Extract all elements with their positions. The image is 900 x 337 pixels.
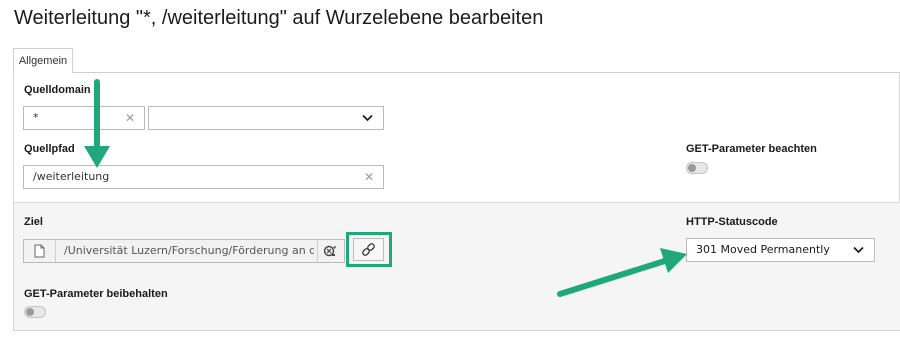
keep-get-params-toggle[interactable] <box>24 306 46 318</box>
tab-allgemein[interactable]: Allgemein <box>13 48 73 73</box>
chevron-down-icon <box>362 114 373 122</box>
source-domain-value: * <box>33 111 39 124</box>
http-status-label: HTTP-Statuscode <box>686 216 778 228</box>
source-path-value: /weiterleitung <box>33 170 110 183</box>
respect-get-params-label: GET-Parameter beachten <box>686 143 817 155</box>
http-status-value: 301 Moved Permanently <box>696 243 830 256</box>
link-button-highlight <box>346 232 392 267</box>
page-title: Weiterleitung "*, /weiterleitung" auf Wu… <box>14 7 544 29</box>
toggle-knob <box>26 308 34 316</box>
page-icon <box>24 240 56 262</box>
source-domain-input[interactable]: * ✕ <box>23 106 145 130</box>
target-label: Ziel <box>24 216 43 228</box>
keep-get-params-label: GET-Parameter beibehalten <box>24 288 168 300</box>
source-domain-select[interactable] <box>148 106 384 130</box>
target-link-field[interactable]: /Universität Luzern/Forschung/Förderung … <box>23 239 345 263</box>
source-path-input[interactable]: /weiterleitung ✕ <box>23 165 384 189</box>
chevron-down-icon <box>853 246 864 254</box>
link-browser-icon[interactable] <box>317 240 344 262</box>
http-status-select[interactable]: 301 Moved Permanently <box>686 238 875 262</box>
source-domain-label: Quelldomain <box>24 84 91 96</box>
tab-bar: Allgemein <box>13 48 900 73</box>
source-path-label: Quellpfad <box>24 143 75 155</box>
target-value: /Universität Luzern/Forschung/Förderung … <box>64 244 314 257</box>
respect-get-params-toggle[interactable] <box>686 162 708 174</box>
close-icon[interactable]: ✕ <box>364 166 374 188</box>
close-icon[interactable]: ✕ <box>125 107 135 129</box>
toggle-knob <box>688 164 696 172</box>
